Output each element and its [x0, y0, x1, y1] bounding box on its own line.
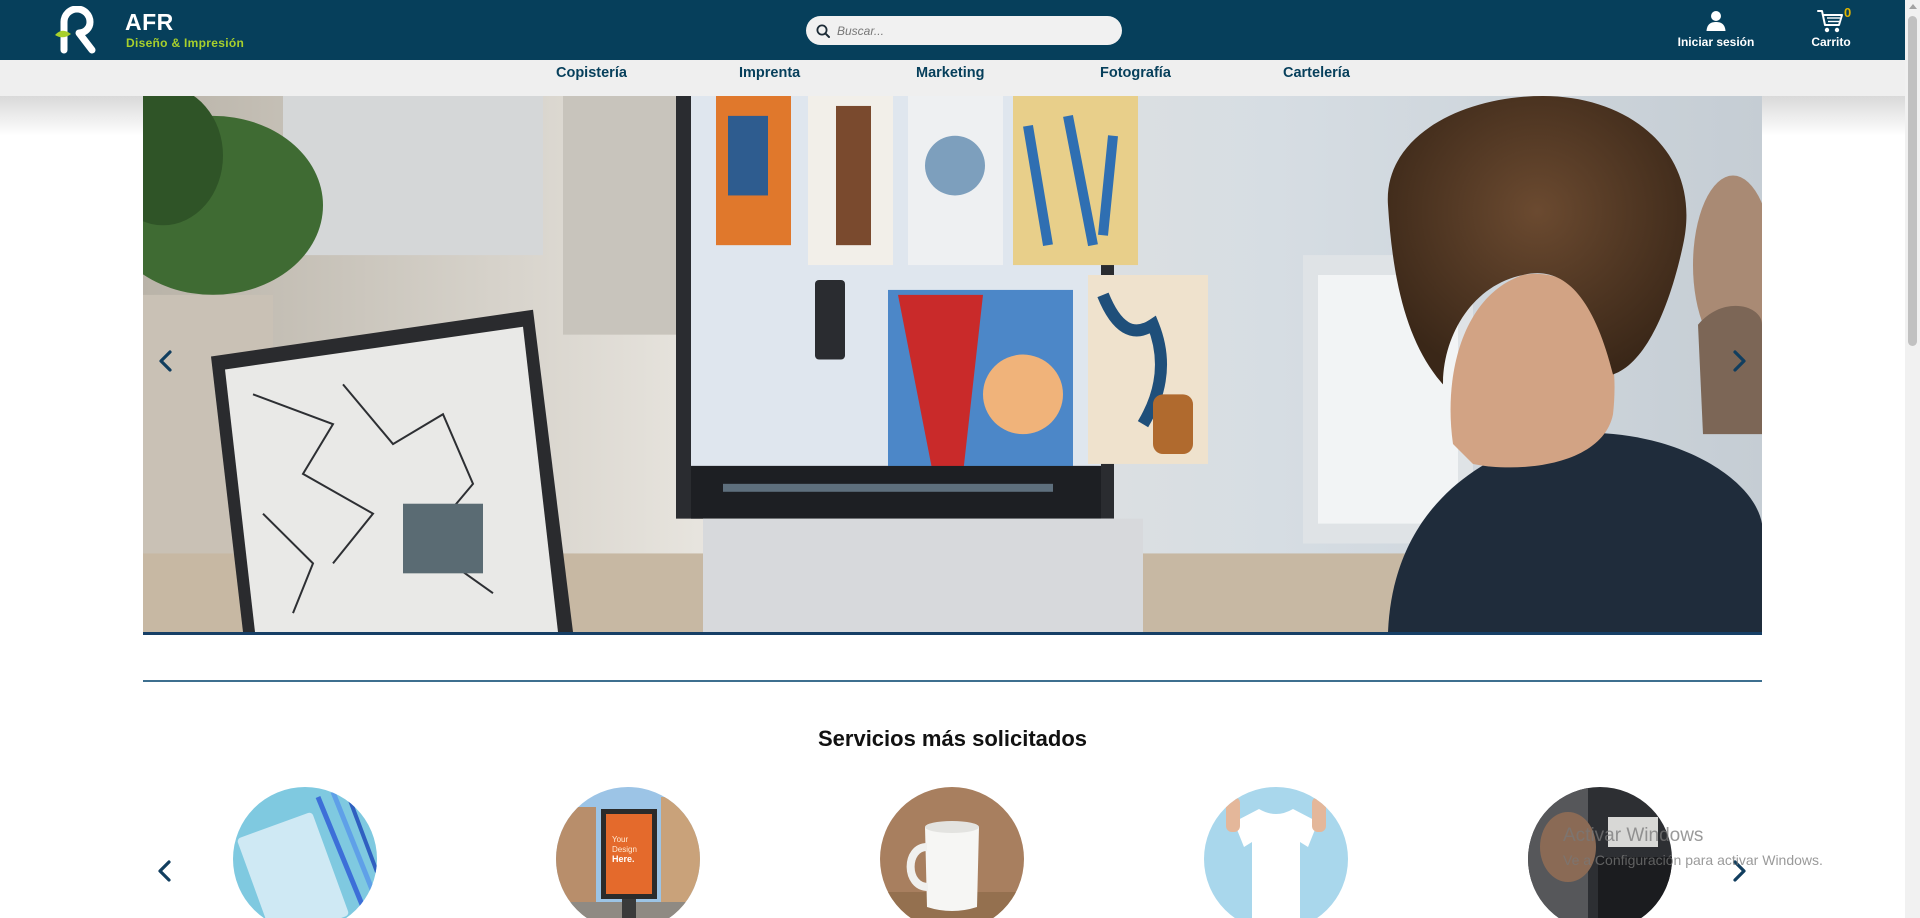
hero-slider[interactable]: [143, 96, 1762, 635]
page-scrollbar[interactable]: [1905, 0, 1920, 918]
poster-image: Your Design Here.: [556, 787, 700, 918]
category-nav: Copistería Imprenta Marketing Fotografía…: [0, 60, 1905, 96]
scroll-up-arrow-icon[interactable]: [1909, 4, 1917, 9]
hero-next-arrow[interactable]: [1724, 346, 1754, 376]
cart-icon: [1817, 10, 1843, 33]
brand-tagline: Diseño & Impresión: [126, 36, 245, 50]
section-divider: [143, 680, 1762, 682]
cart-count-badge: 0: [1844, 5, 1852, 20]
nav-item-marketing[interactable]: Marketing: [916, 65, 985, 81]
service-poster[interactable]: Your Design Here.: [556, 787, 700, 918]
hero-image: [143, 96, 1762, 632]
tshirt-image: [1204, 787, 1348, 918]
hero-prev-arrow[interactable]: [151, 346, 181, 376]
cart-button[interactable]: 0 Carrito: [1800, 5, 1862, 52]
service-notebook[interactable]: [233, 787, 377, 918]
top-header: AFR Diseño & Impresión Iniciar sesión 0 …: [0, 0, 1920, 60]
nav-item-fotografia[interactable]: Fotografía: [1100, 65, 1171, 81]
svg-text:Design: Design: [612, 845, 637, 854]
search-box[interactable]: [806, 16, 1122, 45]
user-icon: [1706, 11, 1726, 31]
cart-label: Carrito: [1811, 35, 1851, 49]
nav-item-copisteria[interactable]: Copistería: [556, 65, 627, 81]
watermark-subtitle: Ve a Configuración para activar Windows.: [1563, 852, 1823, 868]
watermark-title: Activar Windows: [1563, 825, 1704, 846]
service-tshirt[interactable]: [1204, 787, 1348, 918]
login-button[interactable]: Iniciar sesión: [1668, 10, 1764, 52]
brand-name[interactable]: AFR: [125, 9, 174, 36]
services-prev-arrow[interactable]: [150, 856, 180, 886]
mug-image: [880, 787, 1024, 918]
windows-activation-watermark: Activar Windows Ve a Configuración para …: [1563, 825, 1823, 868]
service-mug[interactable]: [880, 787, 1024, 918]
login-label: Iniciar sesión: [1677, 35, 1755, 49]
svg-text:Your: Your: [612, 835, 629, 844]
nav-item-imprenta[interactable]: Imprenta: [739, 65, 800, 81]
services-title: Servicios más solicitados: [817, 726, 1088, 751]
nav-item-carteleria[interactable]: Cartelería: [1283, 65, 1350, 81]
afr-logo-icon[interactable]: [52, 6, 102, 54]
notebook-image: [233, 787, 377, 918]
svg-text:Here.: Here.: [612, 854, 635, 864]
search-icon: [816, 24, 830, 38]
scroll-thumb[interactable]: [1908, 16, 1917, 346]
search-input[interactable]: [837, 23, 1107, 38]
